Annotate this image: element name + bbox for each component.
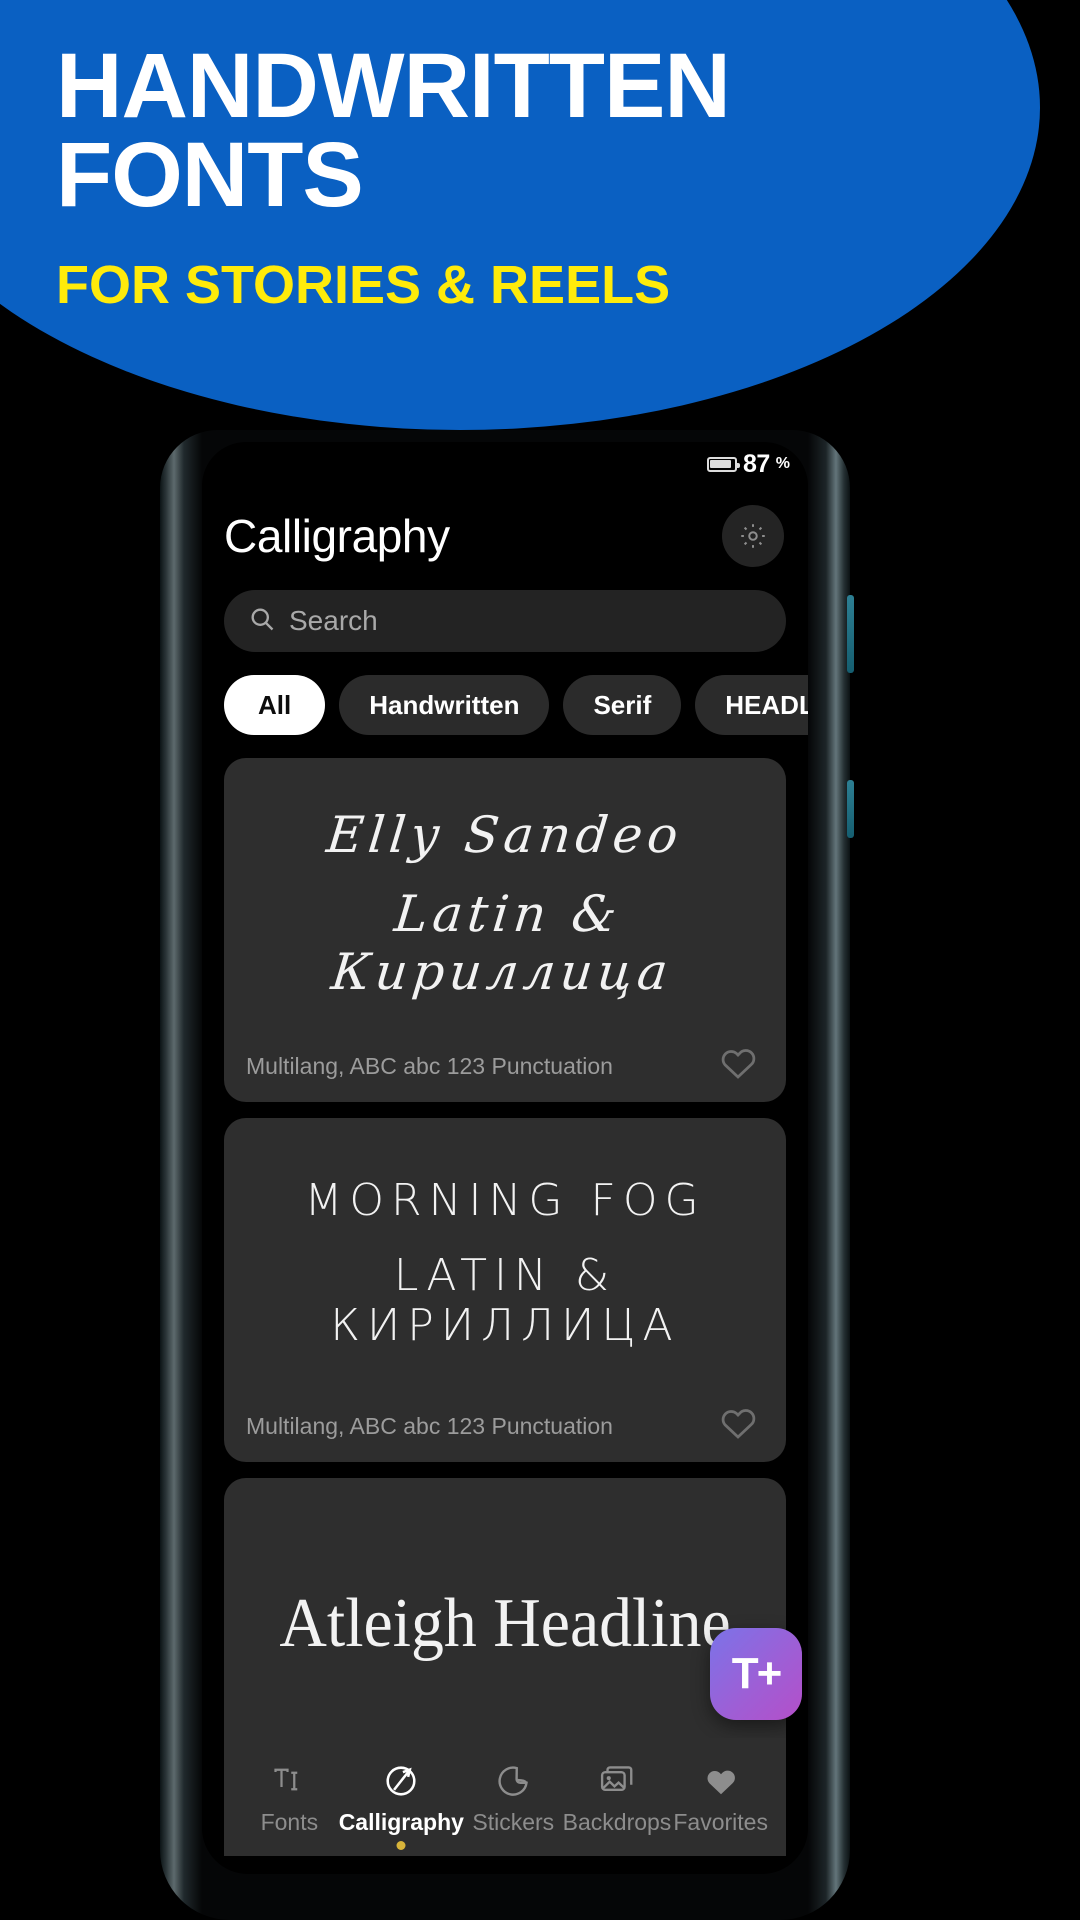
font-card-elly-sandeo[interactable]: Elly Sandeo Latin & Кириллица Multilang,… — [224, 758, 786, 1102]
font-preview-line-1: MORNING FOG — [304, 1175, 706, 1227]
add-text-button[interactable]: T+ — [710, 1628, 802, 1720]
nav-item-backdrops[interactable]: Backdrops — [562, 1759, 672, 1836]
battery-percent-sign: % — [775, 455, 790, 472]
active-indicator-dot — [396, 1840, 406, 1850]
promo-subline: FOR STORIES & REELS — [56, 255, 671, 316]
search-icon — [248, 605, 276, 638]
battery-icon — [706, 456, 740, 472]
promo-headline-line-2: FONTS — [56, 124, 364, 227]
nav-item-favorites[interactable]: Favorites — [671, 1759, 770, 1836]
gear-icon — [738, 521, 768, 551]
sticker-icon — [495, 1759, 531, 1803]
chip-all[interactable]: All — [224, 675, 326, 735]
settings-button[interactable] — [722, 505, 784, 567]
category-filter-chips[interactable]: All Handwritten Serif HEADLINE — [224, 674, 808, 736]
nav-label: Calligraphy — [338, 1808, 464, 1835]
font-preview-line-2: Latin & Кириллица — [328, 885, 676, 1001]
battery-percent-label: 87 — [742, 449, 770, 478]
nav-label: Fonts — [260, 1808, 319, 1835]
nav-item-calligraphy[interactable]: Calligraphy — [338, 1759, 464, 1850]
search-input[interactable]: Search — [224, 590, 786, 652]
nav-item-stickers[interactable]: Stickers — [464, 1759, 563, 1836]
chip-serif[interactable]: Serif — [563, 675, 682, 735]
favorite-button[interactable] — [716, 1400, 760, 1444]
promo-text-block: HANDWRITTEN FONTS FOR STORIES & REELS — [0, 0, 1080, 440]
nav-label: Favorites — [673, 1808, 768, 1835]
add-text-label: T+ — [731, 1649, 783, 1698]
status-bar: 87 % — [202, 442, 808, 486]
font-preview: Atleigh Headline — [224, 1504, 786, 1744]
search-placeholder: Search — [289, 605, 378, 636]
font-preview-line-1: Elly Sandeo — [324, 805, 686, 864]
font-preview: Elly Sandeo Latin & Кириллица — [224, 784, 786, 1024]
font-card-meta: Multilang, ABC abc 123 Punctuation — [246, 1053, 613, 1079]
font-preview-line-1: Atleigh Headline — [279, 1584, 731, 1662]
phone-screen: 87 % Calligraphy Search All Handwritten … — [202, 442, 808, 1874]
nav-item-fonts[interactable]: Fonts — [240, 1759, 339, 1836]
phone-mockup: 87 % Calligraphy Search All Handwritten … — [160, 430, 854, 1920]
images-icon — [598, 1759, 636, 1803]
font-preview: MORNING FOG LATIN & КИРИЛЛИЦА — [224, 1144, 786, 1384]
font-card-morning-fog[interactable]: MORNING FOG LATIN & КИРИЛЛИЦА Multilang,… — [224, 1118, 786, 1462]
font-list[interactable]: Elly Sandeo Latin & Кириллица Multilang,… — [224, 758, 786, 1874]
heart-filled-icon — [702, 1759, 740, 1803]
bottom-navigation[interactable]: Fonts Calligraphy Stickers Backdrops Fav… — [224, 1738, 786, 1856]
promo-headline-line-1: HANDWRITTEN — [56, 35, 731, 137]
promo-headline: HANDWRITTEN FONTS — [56, 40, 1080, 227]
favorite-button[interactable] — [716, 1040, 760, 1084]
font-preview-line-2: LATIN & КИРИЛЛИЦА — [330, 1249, 680, 1352]
page-title: Calligraphy — [224, 510, 450, 562]
app-header: Calligraphy — [202, 488, 808, 584]
text-cursor-icon — [271, 1759, 307, 1803]
font-card-meta: Multilang, ABC abc 123 Punctuation — [246, 1413, 613, 1439]
nav-label: Backdrops — [562, 1808, 672, 1835]
chip-handwritten[interactable]: Handwritten — [339, 675, 550, 735]
phone-power-button[interactable] — [847, 780, 854, 838]
calligraphy-pen-icon — [382, 1759, 420, 1803]
nav-label: Stickers — [472, 1808, 555, 1835]
chip-headline[interactable]: HEADLINE — [695, 675, 808, 735]
phone-volume-button[interactable] — [847, 595, 854, 673]
